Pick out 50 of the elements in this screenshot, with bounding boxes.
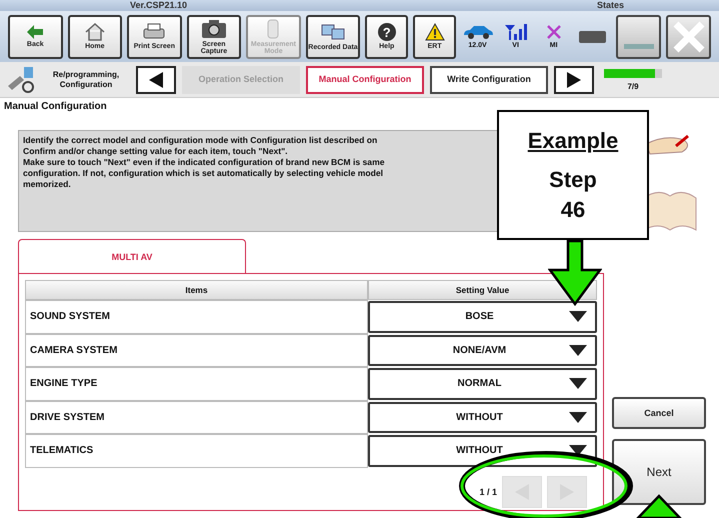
- table-cell: DRIVE SYSTEM: [25, 400, 368, 434]
- house-icon: [84, 23, 105, 41]
- battery-icon: [579, 30, 606, 42]
- callout-step: Step: [549, 168, 597, 192]
- previous-button[interactable]: [136, 66, 176, 94]
- arrow-left-icon: [27, 25, 44, 39]
- next-step-button[interactable]: [554, 66, 594, 94]
- version-label: Ver.CSP21.10: [130, 0, 188, 11]
- category-tab[interactable]: MULTI AV: [18, 239, 246, 273]
- caret-icon: [569, 445, 587, 456]
- caret-icon: [569, 344, 587, 356]
- section-title: Re/programming, Configuration: [52, 70, 120, 90]
- page-count: 1 / 1: [479, 486, 497, 496]
- folders-icon: [320, 22, 346, 42]
- triangle-left-icon: [148, 70, 164, 88]
- car-icon: [462, 24, 494, 40]
- triangle-right-icon: [566, 70, 582, 88]
- table-cell: CAMERA SYSTEM: [25, 334, 368, 367]
- printer-icon: [142, 23, 166, 41]
- device-icon: [266, 18, 280, 38]
- caret-icon: [569, 311, 587, 322]
- setting-dropdown[interactable]: NONE/AVM: [368, 334, 597, 366]
- setting-dropdown[interactable]: BOSE: [368, 301, 597, 332]
- cross-icon: [546, 24, 562, 40]
- column-header: Items: [25, 280, 368, 300]
- table-cell: ENGINE TYPE: [25, 367, 368, 400]
- step-tab[interactable]: Manual Configuration: [306, 66, 424, 94]
- signal-icon: [504, 24, 528, 40]
- table-cell: SOUND SYSTEM: [25, 300, 368, 334]
- page-title: Manual Configuration: [3, 100, 108, 114]
- close-button[interactable]: [666, 14, 712, 58]
- warning-icon: [424, 23, 445, 41]
- arrow-up-icon: [636, 494, 682, 518]
- minimize-button[interactable]: [616, 14, 662, 58]
- setting-dropdown[interactable]: NORMAL: [368, 368, 597, 400]
- cancel-button[interactable]: Cancel: [612, 397, 706, 429]
- minimize-icon: [624, 44, 654, 48]
- callout-number: 46: [560, 198, 586, 222]
- tools-icon: [6, 66, 36, 94]
- next-button[interactable]: Next: [612, 439, 706, 505]
- step-tab[interactable]: Write Configuration: [430, 66, 548, 94]
- table-cell: TELEMATICS: [25, 434, 368, 468]
- status-label: States: [596, 0, 624, 11]
- help-icon: ?: [378, 23, 396, 41]
- camera-icon: [200, 18, 227, 38]
- progress-label: 7/9: [627, 82, 639, 90]
- caret-icon: [569, 378, 587, 390]
- caret-icon: [569, 412, 587, 423]
- setting-dropdown[interactable]: WITHOUT: [368, 402, 597, 433]
- close-icon: [672, 20, 706, 54]
